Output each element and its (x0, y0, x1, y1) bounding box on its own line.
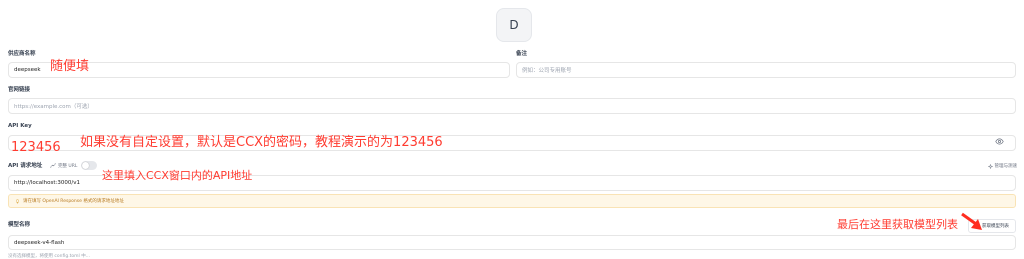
endpoint-value: http://localhost:3000/v1 (14, 180, 80, 186)
model-value: deepseek-v4-flash (14, 239, 65, 246)
annotation-fetch: 最后在这里获取模型列表 (837, 218, 958, 231)
endpoint-label: API 请求地址 (8, 163, 43, 169)
model-hint: 没有选择模型，将使用 config.toml 中... (8, 254, 91, 259)
switch-knob (82, 162, 90, 169)
model-label: 模型名称 (8, 222, 31, 228)
fetch-models-label: 获取模型列表 (982, 224, 1009, 229)
lightbulb-icon (16, 198, 19, 204)
provider-name-value: deepseek (14, 67, 41, 73)
manage-test-link[interactable]: 管理与测速 (987, 163, 1018, 169)
website-label: 官网链接 (8, 87, 31, 93)
model-input[interactable]: deepseek-v4-flash (8, 235, 1016, 250)
avatar-letter: D (509, 18, 519, 32)
settings-icon (987, 163, 993, 169)
api-key-label: API Key (8, 123, 32, 129)
website-placeholder: https://example.com（可选） (14, 104, 93, 110)
eye-icon[interactable] (995, 137, 1004, 146)
link-icon (50, 163, 56, 168)
provider-name-label: 供应商名称 (8, 51, 36, 57)
note-label: 备注 (516, 51, 528, 57)
warning-banner: 请在填写 OpenAI Response 格式的请求地址地址 (8, 194, 1016, 208)
annotation-endpoint: 这里填入CCX窗口内的API地址 (102, 169, 253, 182)
note-input[interactable]: 例如：公司专用账号 (516, 62, 1016, 78)
full-url-toggle-group: 完整 URL (50, 161, 98, 170)
manage-test-label: 管理与测速 (994, 164, 1018, 169)
provider-avatar[interactable]: D (496, 8, 532, 42)
full-url-chip: 完整 URL (50, 163, 77, 169)
warning-text: 请在填写 OpenAI Response 格式的请求地址地址 (23, 199, 124, 204)
api-key-value: 123456 (11, 140, 61, 155)
note-placeholder: 例如：公司专用账号 (522, 68, 572, 74)
annotation-api-key: 如果没有自定设置，默认是CCX的密码，教程演示的为123456 (80, 135, 443, 150)
full-url-label: 完整 URL (58, 163, 78, 169)
annotation-provider: 随便填 (50, 59, 90, 74)
website-input[interactable]: https://example.com（可选） (8, 98, 1016, 114)
red-arrow-icon (961, 212, 982, 230)
full-url-switch[interactable] (81, 161, 98, 170)
